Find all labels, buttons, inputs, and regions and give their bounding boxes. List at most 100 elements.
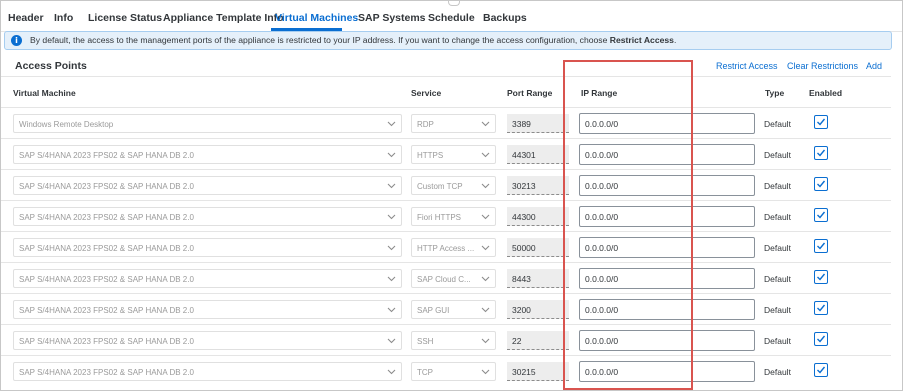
table-row: SAP S/4HANA 2023 FPS02 & SAP HANA DB 2.0… xyxy=(1,169,891,201)
enabled-checkbox[interactable] xyxy=(814,301,828,315)
tab-schedule[interactable]: Schedule xyxy=(428,12,475,24)
ip-range-input[interactable]: 0.0.0.0/0 xyxy=(579,175,755,196)
ip-range-input[interactable]: 0.0.0.0/0 xyxy=(579,299,755,320)
tab-info[interactable]: Info xyxy=(54,12,73,24)
info-message-text: By default, the access to the management… xyxy=(30,35,610,45)
service-select[interactable]: TCP xyxy=(411,362,496,381)
chevron-down-icon xyxy=(480,365,491,377)
virtual-machine-value: SAP S/4HANA 2023 FPS02 & SAP HANA DB 2.0 xyxy=(19,337,194,346)
table-row: SAP S/4HANA 2023 FPS02 & SAP HANA DB 2.0… xyxy=(1,200,891,232)
tab-sap-systems[interactable]: SAP Systems xyxy=(358,12,426,24)
service-value: Fiori HTTPS xyxy=(417,213,461,222)
chevron-down-icon xyxy=(480,210,491,222)
tab-license-status[interactable]: License Status xyxy=(88,12,162,24)
type-value: Default xyxy=(764,212,791,222)
ip-range-input[interactable]: 0.0.0.0/0 xyxy=(579,330,755,351)
column-header-ip-range: IP Range xyxy=(581,88,618,98)
app-frame: Header Info License Status Appliance Tem… xyxy=(0,0,903,391)
service-select[interactable]: SAP Cloud C... xyxy=(411,269,496,288)
chevron-down-icon xyxy=(480,117,491,129)
virtual-machine-select[interactable]: SAP S/4HANA 2023 FPS02 & SAP HANA DB 2.0 xyxy=(13,269,402,288)
service-value: SSH xyxy=(417,337,434,346)
ip-range-value: 0.0.0.0/0 xyxy=(585,243,619,253)
virtual-machine-value: SAP S/4HANA 2023 FPS02 & SAP HANA DB 2.0 xyxy=(19,182,194,191)
virtual-machine-select[interactable]: SAP S/4HANA 2023 FPS02 & SAP HANA DB 2.0 xyxy=(13,176,402,195)
enabled-checkbox[interactable] xyxy=(814,177,828,191)
service-select[interactable]: HTTPS xyxy=(411,145,496,164)
ip-range-input[interactable]: 0.0.0.0/0 xyxy=(579,361,755,382)
port-range-value: 50000 xyxy=(512,243,536,253)
tab-appliance-template-info[interactable]: Appliance Template Info xyxy=(163,12,284,24)
port-range-value: 44301 xyxy=(512,150,536,160)
chevron-down-icon xyxy=(386,210,397,222)
chevron-down-icon xyxy=(480,272,491,284)
ip-range-value: 0.0.0.0/0 xyxy=(585,367,619,377)
tab-header[interactable]: Header xyxy=(8,12,44,24)
info-icon: i xyxy=(11,35,22,46)
enabled-checkbox[interactable] xyxy=(814,146,828,160)
service-value: Custom TCP xyxy=(417,182,463,191)
virtual-machine-select[interactable]: SAP S/4HANA 2023 FPS02 & SAP HANA DB 2.0 xyxy=(13,362,402,381)
chevron-down-icon xyxy=(480,303,491,315)
column-header-port-range: Port Range xyxy=(507,88,553,98)
tab-backups[interactable]: Backups xyxy=(483,12,527,24)
service-select[interactable]: HTTP Access ... xyxy=(411,238,496,257)
ip-range-value: 0.0.0.0/0 xyxy=(585,181,619,191)
port-range-field: 3200 xyxy=(507,300,569,319)
virtual-machine-value: SAP S/4HANA 2023 FPS02 & SAP HANA DB 2.0 xyxy=(19,275,194,284)
column-header-enabled: Enabled xyxy=(809,88,843,98)
type-value: Default xyxy=(764,119,791,129)
virtual-machine-value: Windows Remote Desktop xyxy=(19,120,114,129)
table-top-border xyxy=(1,76,891,77)
ip-range-value: 0.0.0.0/0 xyxy=(585,150,619,160)
port-range-field: 30215 xyxy=(507,362,569,381)
restrict-access-link[interactable]: Restrict Access xyxy=(716,61,778,71)
enabled-checkbox[interactable] xyxy=(814,115,828,129)
chevron-down-icon xyxy=(386,179,397,191)
table-row: SAP S/4HANA 2023 FPS02 & SAP HANA DB 2.0… xyxy=(1,262,891,294)
column-header-virtual-machine: Virtual Machine xyxy=(13,88,76,98)
ip-range-input[interactable]: 0.0.0.0/0 xyxy=(579,144,755,165)
ip-range-value: 0.0.0.0/0 xyxy=(585,212,619,222)
type-value: Default xyxy=(764,243,791,253)
enabled-checkbox[interactable] xyxy=(814,332,828,346)
virtual-machine-select[interactable]: SAP S/4HANA 2023 FPS02 & SAP HANA DB 2.0 xyxy=(13,331,402,350)
service-select[interactable]: Custom TCP xyxy=(411,176,496,195)
service-select[interactable]: RDP xyxy=(411,114,496,133)
virtual-machine-select[interactable]: SAP S/4HANA 2023 FPS02 & SAP HANA DB 2.0 xyxy=(13,145,402,164)
ip-range-input[interactable]: 0.0.0.0/0 xyxy=(579,237,755,258)
service-select[interactable]: Fiori HTTPS xyxy=(411,207,496,226)
tab-virtual-machines[interactable]: Virtual Machines xyxy=(275,12,358,24)
enabled-checkbox[interactable] xyxy=(814,270,828,284)
virtual-machine-select[interactable]: SAP S/4HANA 2023 FPS02 & SAP HANA DB 2.0 xyxy=(13,207,402,226)
virtual-machine-value: SAP S/4HANA 2023 FPS02 & SAP HANA DB 2.0 xyxy=(19,213,194,222)
ip-range-input[interactable]: 0.0.0.0/0 xyxy=(579,206,755,227)
chevron-down-icon xyxy=(480,334,491,346)
service-select[interactable]: SSH xyxy=(411,331,496,350)
enabled-checkbox[interactable] xyxy=(814,239,828,253)
service-value: TCP xyxy=(417,368,433,377)
service-value: HTTP Access ... xyxy=(417,244,475,253)
service-value: SAP Cloud C... xyxy=(417,275,471,284)
port-range-field: 50000 xyxy=(507,238,569,257)
ip-range-input[interactable]: 0.0.0.0/0 xyxy=(579,113,755,134)
chevron-down-icon xyxy=(386,303,397,315)
virtual-machine-value: SAP S/4HANA 2023 FPS02 & SAP HANA DB 2.0 xyxy=(19,244,194,253)
info-message-emphasis: Restrict Access xyxy=(609,35,674,45)
section-title: Access Points xyxy=(15,60,87,72)
port-range-field: 30213 xyxy=(507,176,569,195)
info-message-suffix: . xyxy=(673,35,677,45)
service-select[interactable]: SAP GUI xyxy=(411,300,496,319)
clear-restrictions-link[interactable]: Clear Restrictions xyxy=(787,61,858,71)
virtual-machine-select[interactable]: Windows Remote Desktop xyxy=(13,114,402,133)
enabled-checkbox[interactable] xyxy=(814,363,828,377)
chevron-down-icon xyxy=(480,179,491,191)
enabled-checkbox[interactable] xyxy=(814,208,828,222)
add-link[interactable]: Add xyxy=(866,61,882,71)
virtual-machine-select[interactable]: SAP S/4HANA 2023 FPS02 & SAP HANA DB 2.0 xyxy=(13,238,402,257)
ip-range-value: 0.0.0.0/0 xyxy=(585,336,619,346)
info-message: By default, the access to the management… xyxy=(30,35,676,45)
ip-range-input[interactable]: 0.0.0.0/0 xyxy=(579,268,755,289)
type-value: Default xyxy=(764,150,791,160)
virtual-machine-select[interactable]: SAP S/4HANA 2023 FPS02 & SAP HANA DB 2.0 xyxy=(13,300,402,319)
